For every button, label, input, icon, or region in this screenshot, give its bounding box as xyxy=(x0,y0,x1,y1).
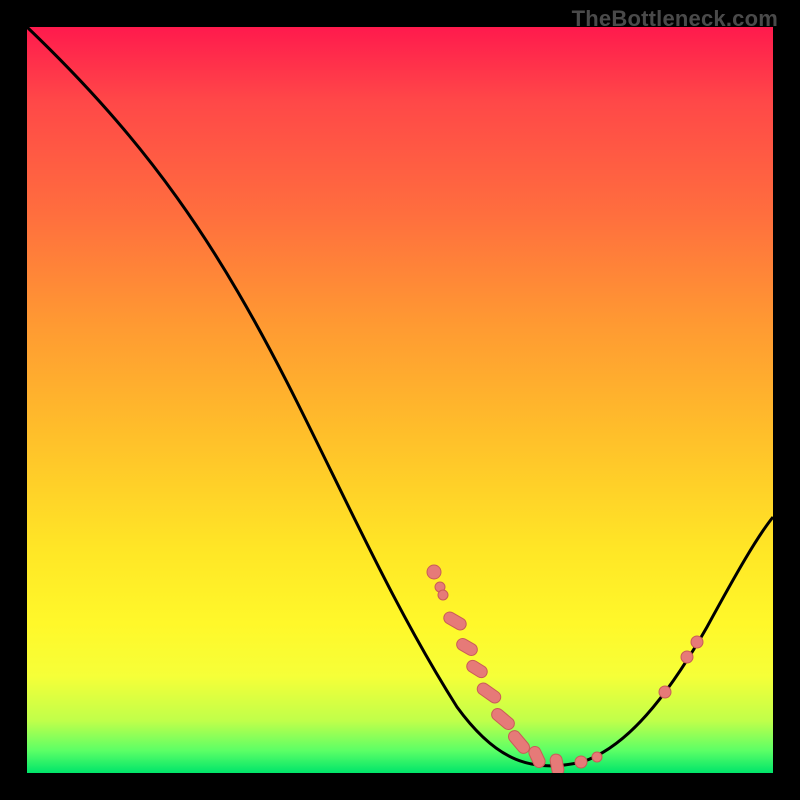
watermark-text: TheBottleneck.com xyxy=(572,6,778,32)
chart-background xyxy=(27,27,773,773)
